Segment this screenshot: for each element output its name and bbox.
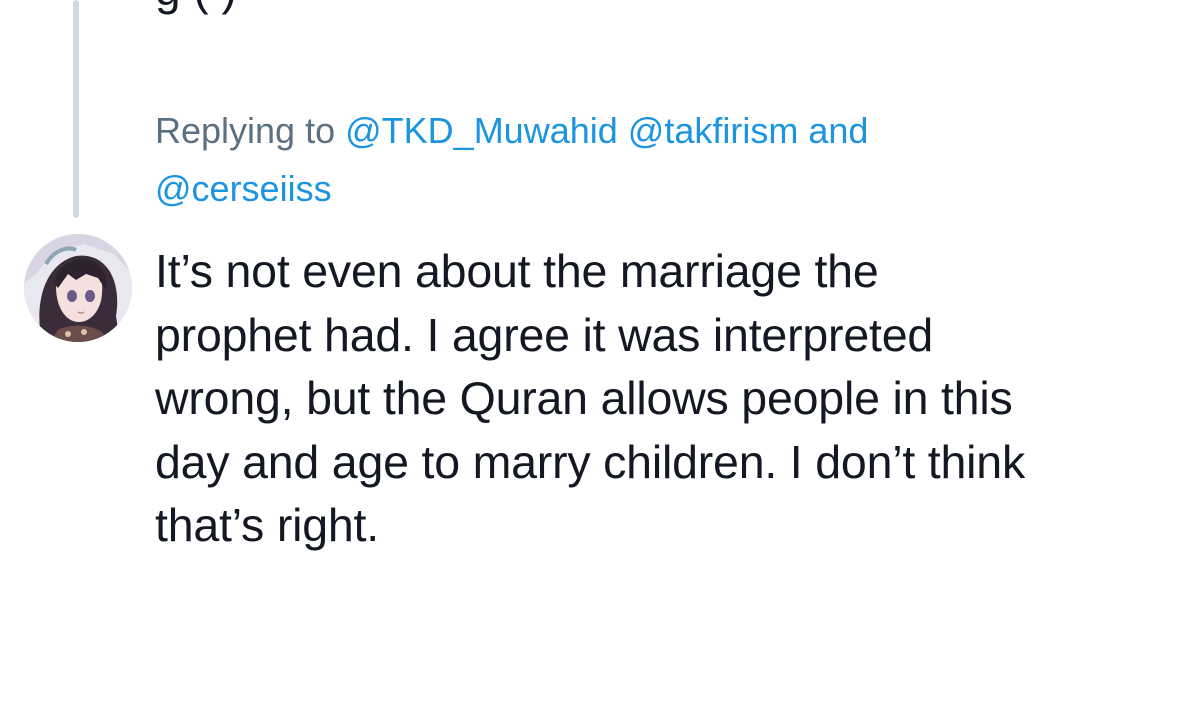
tweet-line: day and age to marry children. I don’t t… <box>155 435 1026 488</box>
mention-link-tkd-muwahid[interactable]: @TKD_Muwahid <box>345 110 618 151</box>
mention-link-cerseiiss[interactable]: @cerseiiss <box>155 168 332 209</box>
tweet-body: It’s not even about the marriage the pro… <box>155 240 1185 558</box>
avatar[interactable] <box>24 234 132 342</box>
replying-to-line: Replying to @TKD_Muwahid @takfirism and … <box>155 102 1135 218</box>
anime-girl-avatar-icon <box>24 234 132 342</box>
tweet-line: that’s right. <box>155 499 379 551</box>
tweet-line: prophet had. I agree it was interpreted <box>155 308 934 361</box>
tweet-line: It’s not even about the marriage the <box>155 245 879 297</box>
mention-conjunction[interactable]: and <box>808 110 868 151</box>
tweet-line: wrong, but the Quran allows people in th… <box>155 372 1013 424</box>
replying-to-label: Replying to <box>155 110 336 151</box>
thread-connector-line <box>73 0 79 218</box>
mention-link-takfirism[interactable]: @takfirism <box>628 110 799 151</box>
previous-tweet-cut-text: g ( ) <box>155 0 237 12</box>
